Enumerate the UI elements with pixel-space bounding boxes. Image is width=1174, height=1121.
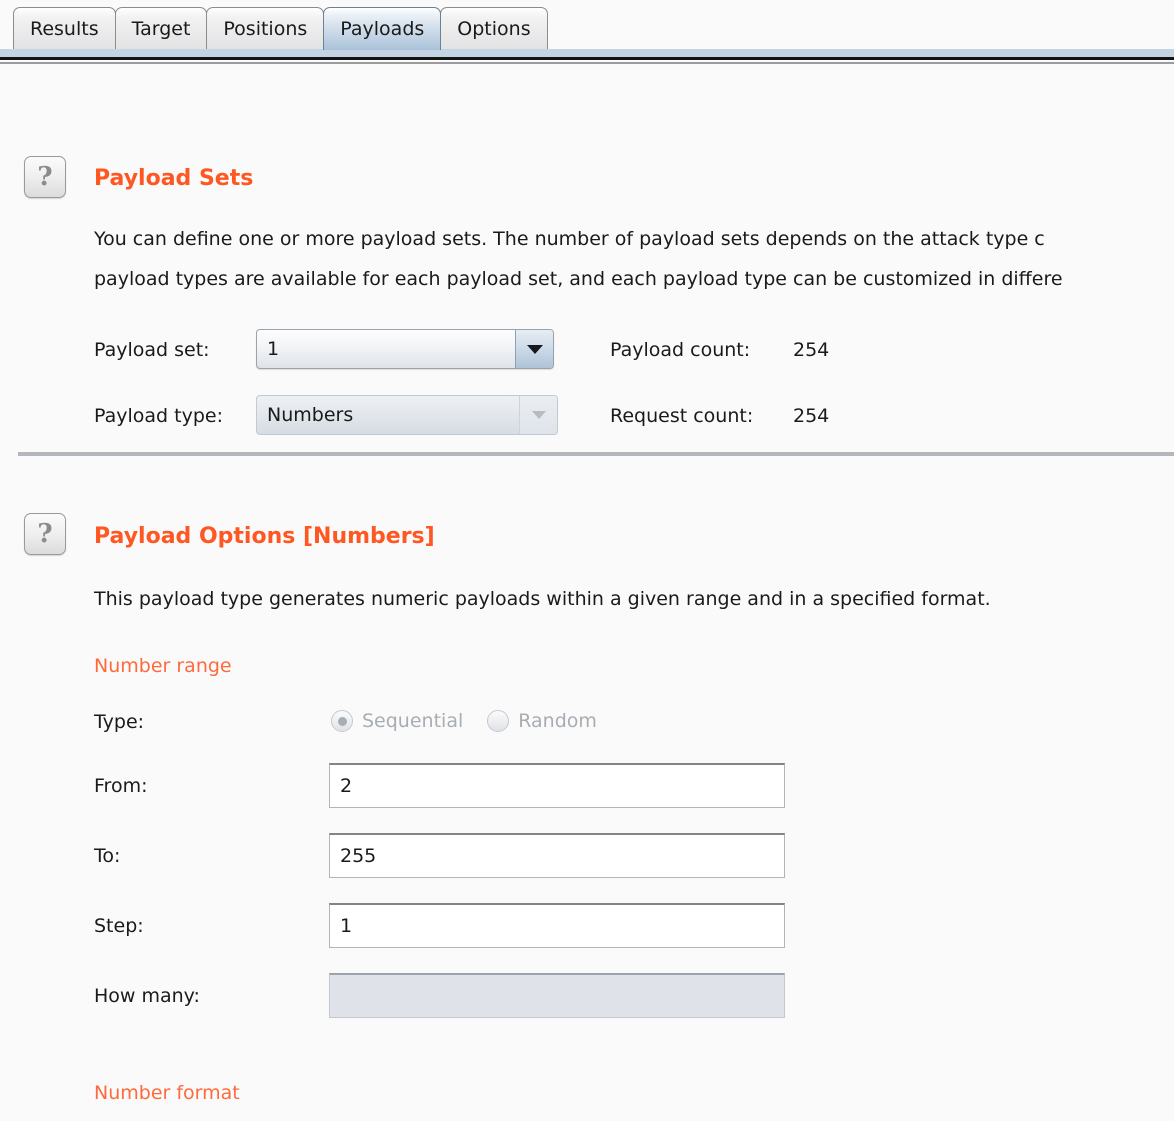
payload-set-value: 1 — [267, 338, 280, 360]
request-count-value: 254 — [793, 405, 830, 427]
radio-sequential[interactable]: Sequential — [331, 710, 463, 732]
chevron-down-icon[interactable] — [519, 396, 557, 434]
number-range-type-radio-group[interactable]: Sequential Random — [331, 710, 621, 732]
tab-list: Results Target Positions Payloads Option… — [13, 7, 548, 50]
tab-results[interactable]: Results — [13, 7, 116, 50]
tab-positions[interactable]: Positions — [206, 7, 325, 50]
step-label: Step: — [94, 915, 144, 937]
to-label: To: — [94, 845, 121, 867]
step-input[interactable]: 1 — [329, 903, 785, 948]
how-many-label: How many: — [94, 985, 200, 1007]
payload-sets-title: Payload Sets — [94, 166, 254, 191]
help-icon[interactable]: ? — [24, 513, 66, 555]
tab-target[interactable]: Target — [114, 7, 208, 50]
radio-label: Sequential — [362, 710, 464, 732]
payload-count-value: 254 — [793, 339, 830, 361]
chevron-down-icon[interactable] — [515, 330, 553, 368]
payload-count-label: Payload count: — [610, 339, 751, 361]
type-label: Type: — [94, 711, 145, 733]
to-input[interactable]: 255 — [329, 833, 785, 878]
number-range-heading: Number range — [94, 655, 232, 677]
radio-dot-icon[interactable] — [331, 710, 353, 732]
payload-type-label: Payload type: — [94, 405, 223, 427]
how-many-input[interactable] — [329, 973, 785, 1018]
tab-bar: Results Target Positions Payloads Option… — [0, 0, 1174, 64]
request-count-label: Request count: — [610, 405, 754, 427]
from-input[interactable]: 2 — [329, 763, 785, 808]
payload-type-dropdown[interactable]: Numbers — [256, 395, 558, 435]
tab-label: Payloads — [340, 18, 425, 40]
help-icon[interactable]: ? — [24, 156, 66, 198]
tab-options[interactable]: Options — [440, 7, 548, 50]
tab-payloads[interactable]: Payloads — [323, 7, 442, 50]
payload-options-description: This payload type generates numeric payl… — [94, 588, 991, 610]
payload-sets-description-line-2: payload types are available for each pay… — [94, 268, 1063, 290]
from-label: From: — [94, 775, 148, 797]
payload-set-dropdown[interactable]: 1 — [256, 329, 554, 369]
radio-random[interactable]: Random — [487, 710, 597, 732]
radio-dot-icon[interactable] — [487, 710, 510, 732]
tab-label: Results — [30, 18, 99, 40]
tab-label: Positions — [223, 18, 308, 40]
section-divider — [18, 452, 1174, 456]
radio-label: Random — [518, 710, 597, 732]
payload-set-label: Payload set: — [94, 339, 210, 361]
tab-label: Options — [457, 18, 531, 40]
payload-options-title: Payload Options [Numbers] — [94, 524, 435, 549]
payload-type-value: Numbers — [267, 404, 354, 426]
payload-sets-description-line-1: You can define one or more payload sets.… — [94, 228, 1045, 250]
payloads-panel: ? Payload Sets You can define one or mor… — [0, 56, 1174, 1104]
tab-label: Target — [131, 18, 191, 40]
number-format-heading: Number format — [94, 1082, 240, 1104]
